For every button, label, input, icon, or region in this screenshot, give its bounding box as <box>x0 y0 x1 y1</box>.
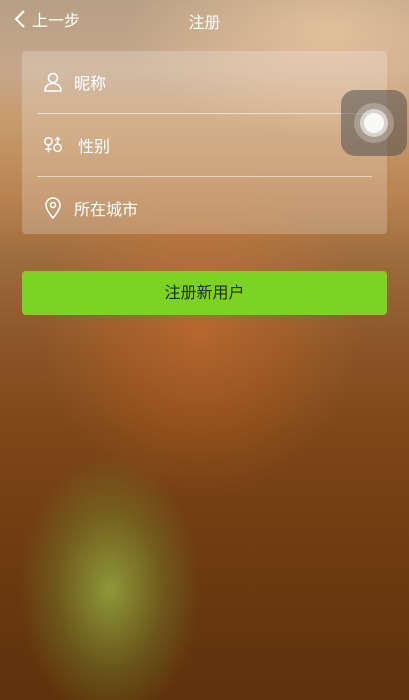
page-title: 注册 <box>188 13 221 32</box>
user-icon <box>42 71 64 93</box>
gender-field[interactable]: 性别 <box>22 114 387 175</box>
assistive-touch-dot <box>364 113 384 133</box>
register-button[interactable]: 注册新用户 <box>22 271 387 315</box>
header-bar: 上一步 注册 <box>0 0 409 38</box>
assistive-touch-button[interactable] <box>341 90 407 156</box>
gender-icon <box>42 134 64 156</box>
location-pin-icon <box>42 196 64 219</box>
registration-form: 昵称 性别 所在城市 <box>22 51 387 234</box>
nickname-label: 昵称 <box>74 73 107 93</box>
gender-label: 性别 <box>78 136 111 156</box>
nickname-field[interactable]: 昵称 <box>22 51 387 112</box>
city-label: 所在城市 <box>74 199 139 219</box>
city-field[interactable]: 所在城市 <box>22 177 387 238</box>
